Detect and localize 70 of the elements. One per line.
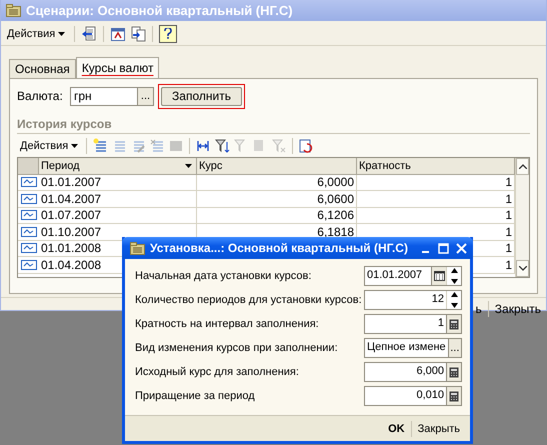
add-row-icon[interactable]: [92, 138, 108, 154]
column-label: Кратность: [359, 160, 411, 172]
table-cell: 1: [357, 174, 515, 191]
field-label: Исходный курс для заполнения:: [135, 366, 299, 378]
column-header[interactable]: Кратность: [357, 158, 515, 174]
field-label: Приращение за период: [135, 390, 255, 402]
help-icon[interactable]: [159, 24, 178, 42]
currency-label: Валюта:: [17, 89, 64, 103]
currency-field[interactable]: грн ...: [70, 86, 154, 106]
select-button[interactable]: ...: [137, 88, 153, 104]
document-arrow-icon[interactable]: [81, 26, 98, 42]
window-title: Сценарии: Основной квартальный (НГ.С): [26, 3, 293, 18]
input-field[interactable]: 1: [364, 314, 462, 334]
input-field[interactable]: Цепное измене ...: [364, 338, 462, 358]
calculator-icon[interactable]: [449, 390, 459, 402]
tab[interactable]: Основная: [9, 59, 76, 78]
documents-arrow-icon[interactable]: [130, 26, 146, 42]
fit-width-icon[interactable]: [195, 138, 212, 154]
actions-menu[interactable]: Действия: [4, 26, 68, 42]
scroll-up-icon[interactable]: [518, 164, 526, 169]
chart-icon: [20, 243, 36, 254]
chart-icon: [20, 177, 36, 188]
field-label: Количество периодов для установки курсов:: [135, 294, 362, 306]
chart-icon: [20, 194, 36, 204]
calendar-icon[interactable]: [434, 271, 444, 281]
dialog-button[interactable]: Закрыть: [412, 420, 466, 436]
close-icon[interactable]: [456, 242, 467, 254]
column-header[interactable]: Период: [39, 158, 197, 174]
calculator-icon[interactable]: [449, 366, 459, 378]
input-field[interactable]: 0,010: [364, 386, 462, 406]
input-field[interactable]: 12: [364, 290, 462, 310]
input-field[interactable]: 01.01.2007: [364, 266, 462, 286]
dialog-button[interactable]: OK: [382, 420, 411, 436]
field-label: Кратность на интервал заполнения:: [135, 318, 319, 330]
input-field[interactable]: 6,000: [364, 362, 462, 382]
chart-icon: [20, 260, 36, 270]
column-label: Период: [41, 160, 80, 172]
table-cell: 1: [357, 191, 515, 208]
filter-icon[interactable]: [214, 138, 230, 154]
column-label: Курс: [199, 160, 222, 172]
footer-button[interactable]: Закрыть: [494, 300, 541, 318]
table-cell: 6,0600: [197, 191, 357, 208]
tab[interactable]: Курсы валют: [76, 57, 160, 78]
calculator-icon[interactable]: [449, 318, 459, 330]
header-corner: [18, 158, 39, 174]
chart-icon: [20, 226, 36, 237]
table-cell: 01.01.2007: [39, 174, 197, 191]
table-cell: 01.07.2007: [39, 208, 197, 224]
footer-button[interactable]: ь: [476, 300, 482, 318]
table-cell: 01.04.2007: [39, 191, 197, 208]
actions-menu[interactable]: Действия: [17, 138, 82, 154]
refresh-icon[interactable]: [298, 138, 314, 154]
table-cell: 6,0000: [197, 174, 357, 191]
maximize-icon[interactable]: [438, 242, 449, 254]
section-title: История курсов: [17, 117, 530, 134]
column-header[interactable]: Курс: [197, 158, 357, 174]
form-icon: [6, 4, 21, 17]
spin-arrows-icon[interactable]: [450, 291, 458, 309]
select-button[interactable]: ...: [448, 339, 461, 357]
scrollbar[interactable]: [515, 158, 529, 277]
chart-icon: [20, 210, 36, 220]
scroll-down-icon[interactable]: [518, 266, 526, 271]
caret-icon: [58, 32, 66, 36]
caret-icon: [71, 144, 78, 148]
fill-button[interactable]: Заполнить: [161, 86, 242, 106]
form-icon: [130, 242, 145, 254]
spin-arrows-icon[interactable]: [450, 267, 458, 285]
table-cell: 6,1206: [197, 208, 357, 224]
field-label: Вид изменения курсов при заполнении:: [135, 342, 338, 354]
table-cell: 1: [357, 208, 515, 224]
